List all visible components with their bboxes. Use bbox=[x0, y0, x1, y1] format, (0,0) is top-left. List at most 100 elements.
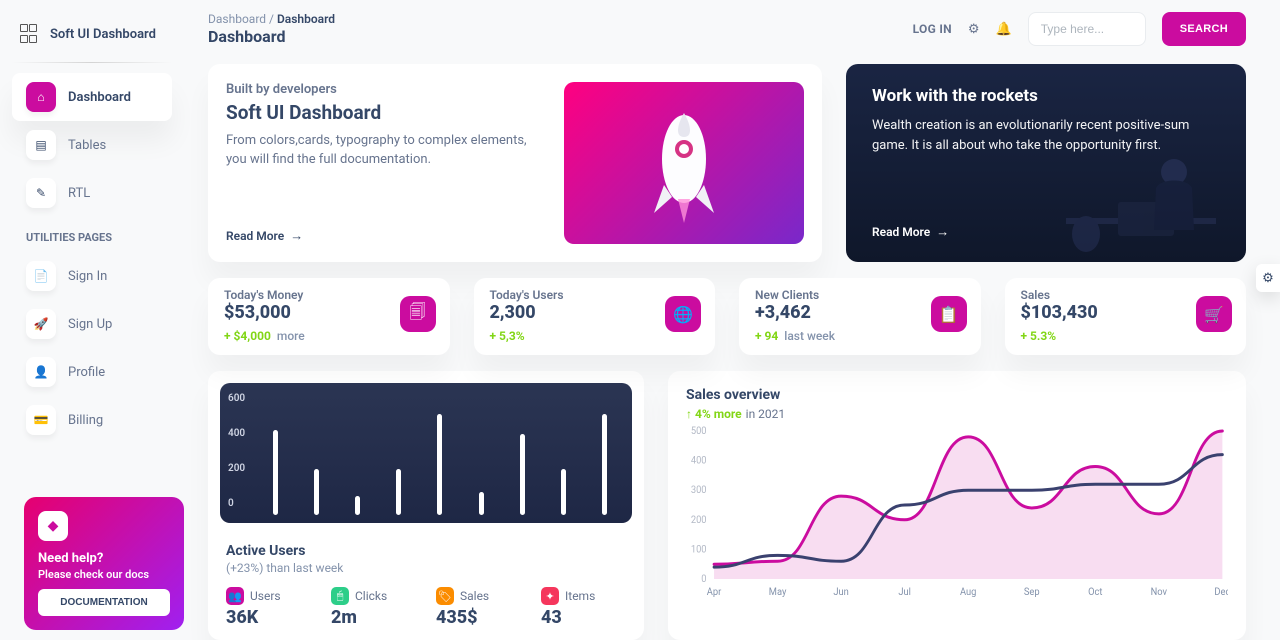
svg-text:Apr: Apr bbox=[707, 587, 722, 597]
documentation-button[interactable]: DOCUMENTATION bbox=[38, 589, 170, 616]
svg-text:500: 500 bbox=[691, 426, 707, 437]
nav-label: Billing bbox=[68, 413, 103, 428]
tables-icon: ▤ bbox=[26, 130, 56, 160]
sidebar-item-sign-in[interactable]: 📄Sign In bbox=[12, 252, 172, 300]
stat-icon: 🌐 bbox=[665, 296, 701, 332]
help-subtitle: Please check our docs bbox=[38, 568, 170, 581]
metric-icon: 👥 bbox=[226, 587, 244, 605]
stat-card: New Clients +3,462 + 94 last week 📋 bbox=[739, 278, 981, 355]
svg-text:200: 200 bbox=[691, 515, 707, 526]
breadcrumb-current: Dashboard bbox=[277, 12, 335, 26]
stat-delta: + 5,3% bbox=[490, 329, 700, 343]
stat-card: Today's Money $53,000 + $4,000 more 🗐 bbox=[208, 278, 450, 355]
sales-overview-card: Sales overview ↑ 4% morein 2021 500 400 30… bbox=[668, 371, 1246, 640]
svg-text:400: 400 bbox=[691, 455, 707, 466]
hero-title: Soft UI Dashboard bbox=[226, 101, 544, 124]
active-users-title: Active Users bbox=[226, 543, 632, 559]
breadcrumb-area: Dashboard / Dashboard Dashboard bbox=[208, 12, 335, 46]
bell-icon[interactable]: 🔔 bbox=[996, 22, 1012, 37]
metric-icon: 🏷 bbox=[436, 587, 454, 605]
hero-dev-card: Built by developers Soft UI Dashboard Fr… bbox=[208, 64, 822, 262]
divider bbox=[12, 62, 172, 63]
bar-chart: 6004002000 bbox=[220, 383, 632, 523]
breadcrumb-root[interactable]: Dashboard bbox=[208, 12, 266, 26]
bar bbox=[314, 469, 319, 515]
svg-text:0: 0 bbox=[701, 574, 706, 585]
nav-label: RTL bbox=[68, 186, 90, 201]
stat-delta: + 5.3% bbox=[1021, 329, 1231, 343]
bar bbox=[355, 496, 360, 515]
search-button[interactable]: SEARCH bbox=[1162, 12, 1246, 46]
bar bbox=[561, 469, 566, 515]
svg-text:May: May bbox=[769, 587, 787, 597]
brand-icon bbox=[20, 24, 40, 44]
stat-icon: 🛒 bbox=[1196, 296, 1232, 332]
sidebar-item-sign-up[interactable]: 🚀 Sign Up bbox=[12, 300, 172, 348]
sidebar-item-billing[interactable]: 💳 Billing bbox=[12, 396, 172, 444]
stat-card: Today's Users 2,300 + 5,3% 🌐 bbox=[474, 278, 716, 355]
active-users-card: 6004002000 Active Users (+23%) than last… bbox=[208, 371, 644, 640]
hero-rockets-card: Work with the rockets Wealth creation is… bbox=[846, 64, 1246, 262]
active-users-item: 👥Users36K bbox=[226, 587, 311, 628]
stat-delta: + $4,000 more bbox=[224, 329, 434, 343]
sign-up-icon: 🚀 bbox=[26, 309, 56, 339]
main: Dashboard / Dashboard Dashboard LOG IN ⚙… bbox=[184, 0, 1280, 640]
topbar: Dashboard / Dashboard Dashboard LOG IN ⚙… bbox=[208, 12, 1246, 46]
bar bbox=[396, 469, 401, 515]
sidebar-item-rtl[interactable]: ✎ RTL bbox=[12, 169, 172, 217]
gear-icon[interactable]: ⚙ bbox=[968, 22, 980, 37]
arrow-right-icon: → bbox=[936, 224, 949, 240]
top-actions: LOG IN ⚙ 🔔 SEARCH bbox=[913, 12, 1246, 46]
rtl-icon: ✎ bbox=[26, 178, 56, 208]
search-input[interactable] bbox=[1028, 12, 1146, 46]
stat-delta: + 94 last week bbox=[755, 329, 965, 343]
arrow-right-icon: → bbox=[290, 228, 303, 244]
active-users-subtitle: (+23%) than last week bbox=[226, 561, 632, 575]
dashboard-icon: ⌂ bbox=[26, 82, 56, 112]
billing-icon: 💳 bbox=[26, 405, 56, 435]
line-chart: 500 400 300 200 100 0Apr May Jun Jul Aug Sep Oct Nov… bbox=[686, 425, 1228, 597]
bar bbox=[273, 430, 278, 515]
help-card: ◆ Need help? Please check our docs DOCUM… bbox=[24, 497, 184, 630]
sales-overview-subtitle: ↑ 4% morein 2021 bbox=[686, 407, 1228, 421]
stat-card: Sales $103,430 + 5.3% 🛒 bbox=[1005, 278, 1247, 355]
login-link[interactable]: LOG IN bbox=[913, 22, 952, 36]
svg-text:Jun: Jun bbox=[833, 587, 848, 597]
active-users-item: ✦Items43 bbox=[541, 587, 626, 628]
bar bbox=[479, 492, 484, 515]
svg-text:Oct: Oct bbox=[1088, 587, 1102, 597]
active-users-item: 🖱Clicks2m bbox=[331, 587, 416, 628]
active-users-item: 🏷Sales435$ bbox=[436, 587, 521, 628]
person-illustration bbox=[1056, 138, 1226, 262]
hero-overline: Built by developers bbox=[226, 82, 544, 97]
sidebar-item-tables[interactable]: ▤ Tables bbox=[12, 121, 172, 169]
hero2-title: Work with the rockets bbox=[872, 86, 1220, 106]
svg-text:Dec: Dec bbox=[1214, 587, 1228, 597]
bar bbox=[437, 414, 442, 515]
nav-label: Tables bbox=[68, 138, 106, 153]
bar bbox=[602, 414, 607, 515]
metric-icon: 🖱 bbox=[331, 587, 349, 605]
help-title: Need help? bbox=[38, 551, 170, 566]
nav-section-label: Utilities Pages bbox=[12, 217, 172, 252]
svg-text:Aug: Aug bbox=[960, 587, 976, 597]
sidebar-item-dashboard[interactable]: ⌂Dashboard bbox=[12, 73, 172, 121]
breadcrumb[interactable]: Dashboard / Dashboard bbox=[208, 12, 335, 26]
hero-read-more[interactable]: Read More → bbox=[226, 228, 544, 244]
svg-text:300: 300 bbox=[691, 485, 707, 496]
settings-fab[interactable]: ⚙ bbox=[1256, 264, 1280, 292]
svg-text:100: 100 bbox=[691, 544, 707, 555]
svg-text:Nov: Nov bbox=[1151, 587, 1168, 597]
diamond-icon: ◆ bbox=[38, 511, 68, 541]
sidebar-item-profile[interactable]: 👤Profile bbox=[12, 348, 172, 396]
stat-icon: 📋 bbox=[931, 296, 967, 332]
svg-text:Jul: Jul bbox=[898, 587, 911, 597]
stat-icon: 🗐 bbox=[400, 296, 436, 332]
brand[interactable]: Soft UI Dashboard bbox=[12, 16, 172, 60]
rocket-image bbox=[564, 82, 804, 244]
sales-overview-title: Sales overview bbox=[686, 387, 1228, 403]
metric-icon: ✦ bbox=[541, 587, 559, 605]
svg-text:Sep: Sep bbox=[1024, 587, 1040, 597]
sign-in-icon: 📄 bbox=[26, 261, 56, 291]
nav-label: Sign Up bbox=[68, 317, 112, 332]
